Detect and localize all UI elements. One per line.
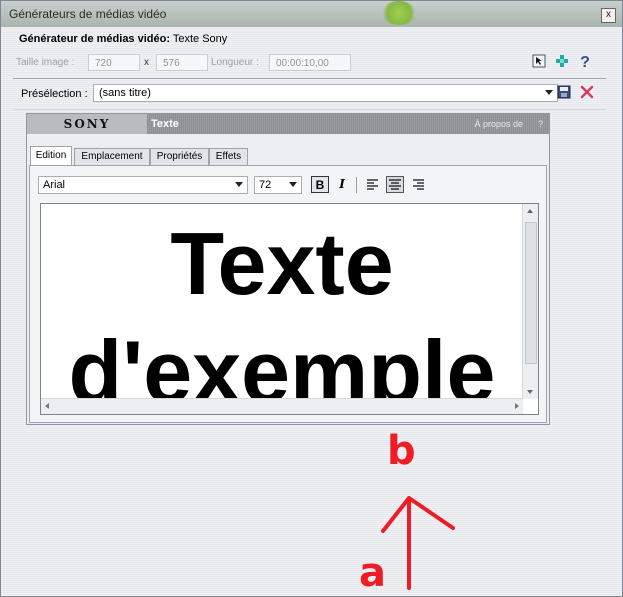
scroll-down-icon[interactable]: [527, 390, 533, 394]
annotation-end-label: b: [387, 428, 416, 474]
plugin-panel: SONY Texte À propos de ? Edition Emplace…: [26, 113, 550, 425]
chevron-down-icon: [235, 182, 243, 187]
tab-proprietes[interactable]: Propriétés: [150, 148, 209, 165]
font-size-value: 72: [259, 179, 272, 191]
select-icon[interactable]: [532, 54, 546, 68]
annotation-start-label: a: [359, 550, 386, 596]
plugin-header: SONY Texte À propos de ?: [27, 114, 549, 134]
chevron-down-icon: [545, 90, 553, 95]
preset-dropdown[interactable]: (sans titre): [93, 84, 558, 102]
generator-window: Générateurs de médias vidéo x Générateur…: [0, 0, 623, 597]
tab-edition[interactable]: Edition: [30, 146, 72, 165]
size-separator: x: [144, 57, 149, 68]
about-help[interactable]: ?: [538, 119, 543, 129]
horizontal-scrollbar[interactable]: [41, 398, 523, 414]
italic-button[interactable]: I: [333, 176, 351, 193]
plugin-name: Texte: [151, 118, 179, 130]
help-icon[interactable]: ?: [578, 53, 592, 69]
toolbar-divider: [356, 177, 357, 193]
tab-emplacement[interactable]: Emplacement: [74, 148, 150, 165]
align-center-icon: [389, 179, 401, 190]
generator-name: Texte Sony: [172, 33, 228, 45]
preset-value: (sans titre): [99, 87, 151, 99]
text-editor[interactable]: Texte d'exemple: [40, 203, 539, 415]
edition-tab-panel: Arial 72 B I Texte d'exemple: [29, 165, 547, 423]
font-dropdown[interactable]: Arial: [38, 176, 248, 194]
align-center-button[interactable]: [386, 176, 404, 193]
vertical-scrollbar[interactable]: [522, 204, 538, 399]
title-bar-glow: [381, 1, 417, 25]
scroll-up-icon[interactable]: [527, 209, 533, 213]
width-field[interactable]: 720: [88, 54, 140, 71]
editor-text: Texte d'exemple: [68, 214, 496, 415]
length-label: Longueur :: [211, 57, 259, 68]
frame-size-row: Taille image : 720 x 576 Longueur : 00:0…: [16, 54, 616, 72]
generator-header: Générateur de médias vidéo: Texte Sony: [19, 33, 227, 45]
scroll-left-icon[interactable]: [45, 403, 49, 409]
align-right-icon[interactable]: [409, 176, 427, 193]
length-field[interactable]: 00:00:10,00: [269, 54, 351, 71]
delete-preset-icon[interactable]: [580, 85, 594, 99]
svg-text:?: ?: [580, 54, 590, 69]
tab-effets[interactable]: Effets: [209, 148, 248, 165]
frame-size-label: Taille image :: [16, 57, 75, 68]
font-size-dropdown[interactable]: 72: [254, 176, 302, 194]
generator-label: Générateur de médias vidéo:: [19, 33, 170, 45]
font-value: Arial: [43, 179, 66, 191]
preset-label: Présélection :: [21, 88, 88, 100]
preset-panel: Présélection : (sans titre): [13, 78, 606, 110]
about-link[interactable]: À propos de: [474, 119, 523, 129]
chevron-down-icon: [289, 182, 297, 187]
vertical-scroll-thumb[interactable]: [525, 222, 537, 364]
add-plugin-icon[interactable]: [555, 54, 569, 68]
save-preset-icon[interactable]: [557, 85, 571, 99]
scroll-right-icon[interactable]: [515, 403, 519, 409]
align-left-icon[interactable]: [364, 176, 382, 193]
bold-button[interactable]: B: [311, 176, 329, 193]
close-button[interactable]: x: [601, 8, 616, 23]
title-bar: Générateurs de médias vidéo x: [1, 1, 622, 27]
window-title: Générateurs de médias vidéo: [9, 7, 167, 21]
height-field[interactable]: 576: [156, 54, 208, 71]
sony-logo: SONY: [27, 114, 147, 134]
